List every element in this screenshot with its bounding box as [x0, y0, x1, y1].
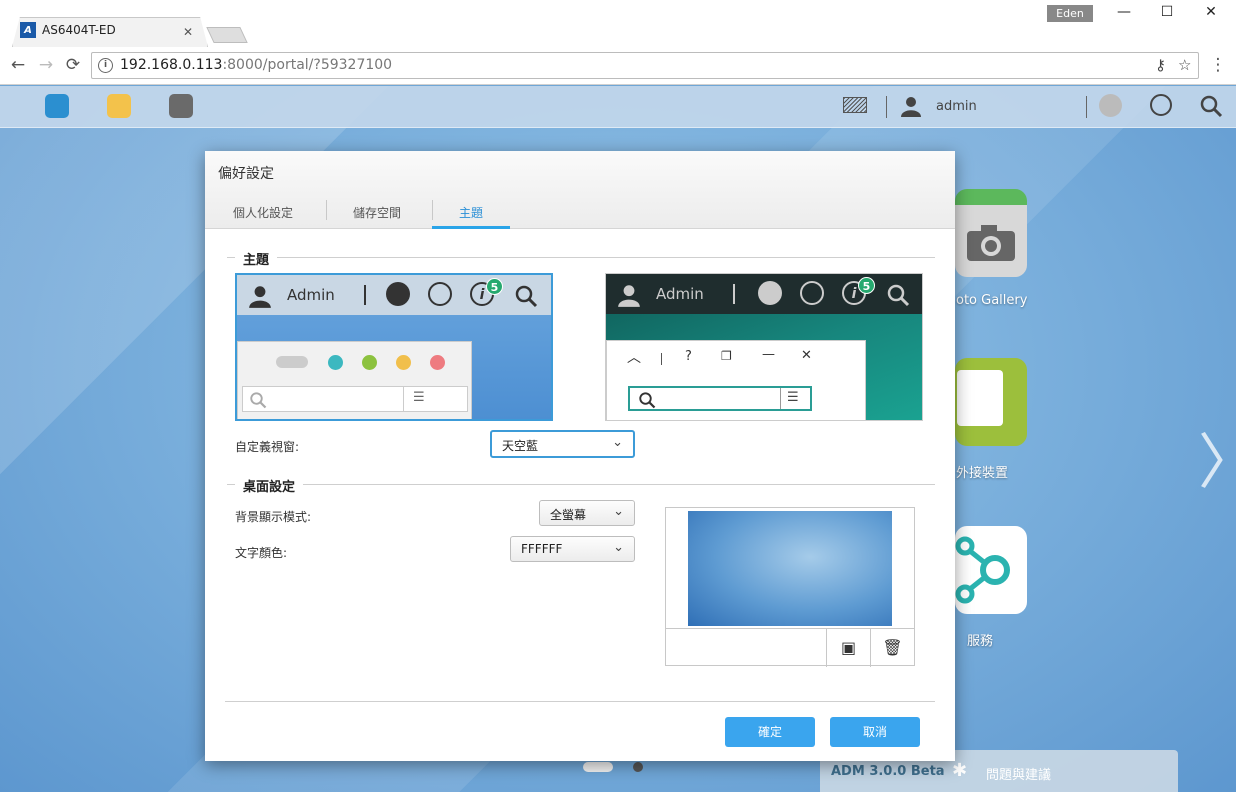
- filter-list-icon: ☰: [787, 390, 799, 405]
- bg-mode-select[interactable]: 全螢幕 ⌄: [539, 500, 635, 526]
- close-window-button[interactable]: ✕: [1201, 4, 1221, 20]
- new-tab-button[interactable]: [206, 27, 248, 43]
- chevron-down-icon: ⌄: [613, 540, 624, 555]
- taskbar-user-name[interactable]: admin: [936, 99, 977, 114]
- minimize-button[interactable]: —: [1114, 4, 1134, 20]
- browser-menu-button[interactable]: ⋮: [1208, 55, 1228, 75]
- notification-bell-icon[interactable]: [1099, 94, 1122, 117]
- custom-window-label: 自定義視窗:: [235, 440, 300, 454]
- theme-section-title: 主題: [235, 249, 278, 268]
- keyboard-icon[interactable]: [843, 97, 867, 113]
- notes-app-icon[interactable]: [107, 94, 131, 118]
- external-devices-app[interactable]: [955, 358, 1027, 446]
- adm-taskbar: admin: [0, 86, 1236, 128]
- minimize-icon: —: [762, 347, 775, 362]
- tab-storage[interactable]: 儲存空間: [353, 204, 401, 221]
- bell-icon: [758, 281, 782, 305]
- dashboard-gauge-icon[interactable]: [1150, 94, 1172, 116]
- url-text: 192.168.0.113:8000/portal/?59327100: [120, 57, 393, 73]
- external-devices-label: 外接裝置: [956, 466, 1009, 481]
- bug-icon[interactable]: ✱: [952, 760, 967, 781]
- services-label: 服務: [967, 634, 994, 649]
- gauge-icon: [428, 282, 452, 306]
- close-icon: ✕: [801, 348, 812, 363]
- beta-label: ADM 3.0.0 Beta: [831, 764, 945, 779]
- wallpaper-preview-image: [688, 511, 892, 626]
- services-app[interactable]: [955, 526, 1027, 614]
- user-icon[interactable]: [899, 94, 923, 118]
- user-icon: [618, 285, 640, 307]
- chevron-down-icon: ⌄: [612, 435, 623, 450]
- ok-button[interactable]: 確定: [725, 717, 815, 747]
- search-icon[interactable]: [1199, 94, 1223, 123]
- filter-list-icon: ☰: [413, 390, 425, 405]
- search-icon: [515, 285, 538, 308]
- back-button[interactable]: ←: [8, 55, 28, 75]
- search-icon: [250, 392, 267, 409]
- bell-icon: [386, 282, 410, 306]
- camera-icon: [967, 225, 1015, 261]
- usb-drive-icon: [957, 370, 1003, 426]
- video-app-icon[interactable]: [45, 94, 69, 118]
- bookmark-star-icon[interactable]: ☆: [1178, 56, 1191, 74]
- dialog-header: 偏好設定 個人化設定 儲存空間 主題: [205, 151, 955, 229]
- text-color-label: 文字顏色:: [235, 546, 288, 560]
- cancel-button[interactable]: 取消: [830, 717, 920, 747]
- photo-gallery-label: oto Gallery: [956, 293, 1028, 308]
- help-icon: ?: [685, 349, 692, 364]
- text-color-select[interactable]: FFFFFF ⌄: [510, 536, 635, 562]
- preferences-dialog: 偏好設定 個人化設定 儲存空間 主題 主題 Admin i 5 ☰ Admin …: [205, 151, 955, 761]
- search-icon: [887, 284, 910, 307]
- tab-personalization[interactable]: 個人化設定: [233, 204, 293, 221]
- maximize-button[interactable]: ☐: [1157, 4, 1177, 20]
- asustor-favicon-icon: A: [20, 22, 36, 38]
- page-indicator-active[interactable]: [583, 762, 613, 772]
- profile-badge[interactable]: Eden: [1047, 5, 1093, 22]
- feedback-link[interactable]: 問題與建議: [986, 764, 1051, 783]
- gauge-icon: [800, 281, 824, 305]
- active-tab-indicator: [432, 226, 510, 229]
- chevron-down-icon: ⌄: [613, 504, 624, 519]
- tab-close-icon[interactable]: ✕: [183, 25, 193, 39]
- dialog-title: 偏好設定: [218, 166, 274, 182]
- services-network-icon: [955, 536, 1010, 604]
- tab-theme[interactable]: 主題: [459, 204, 483, 221]
- desktop-section-title: 桌面設定: [235, 476, 304, 495]
- collapse-icon: ︿: [627, 350, 641, 366]
- key-icon[interactable]: ⚷: [1155, 56, 1166, 74]
- address-bar[interactable]: i 192.168.0.113:8000/portal/?59327100 ⚷ …: [91, 52, 1199, 79]
- browser-tabstrip: A AS6404T-ED ✕ Eden — ☐ ✕: [0, 0, 1236, 47]
- user-icon: [249, 286, 271, 308]
- settings-wheel-app-icon[interactable]: [169, 94, 193, 118]
- restore-icon: ❐: [721, 349, 732, 363]
- next-page-arrow-icon[interactable]: 〉: [1198, 414, 1236, 501]
- theme-preview-sky[interactable]: Admin i 5 ☰: [235, 273, 553, 421]
- info-icon[interactable]: i: [98, 58, 113, 73]
- reload-button[interactable]: ⟳: [63, 55, 83, 75]
- wallpaper-preview-box: ▣ 🗑: [665, 507, 915, 667]
- browser-toolbar: ← → ⟳ i 192.168.0.113:8000/portal/?59327…: [0, 47, 1236, 85]
- trash-icon[interactable]: 🗑: [870, 629, 914, 667]
- forward-button[interactable]: →: [36, 55, 56, 75]
- custom-window-select[interactable]: 天空藍 ⌄: [490, 430, 635, 458]
- page-indicator[interactable]: [633, 762, 643, 772]
- browse-folder-icon[interactable]: ▣: [826, 629, 870, 667]
- search-icon: [639, 392, 656, 409]
- photo-gallery-app[interactable]: [955, 189, 1027, 277]
- theme-preview-teal[interactable]: Admin i 5 ︿ ? ❐ — ✕ ☰: [605, 273, 923, 421]
- tab-title: AS6404T-ED: [42, 23, 116, 37]
- bg-mode-label: 背景顯示模式:: [235, 510, 312, 524]
